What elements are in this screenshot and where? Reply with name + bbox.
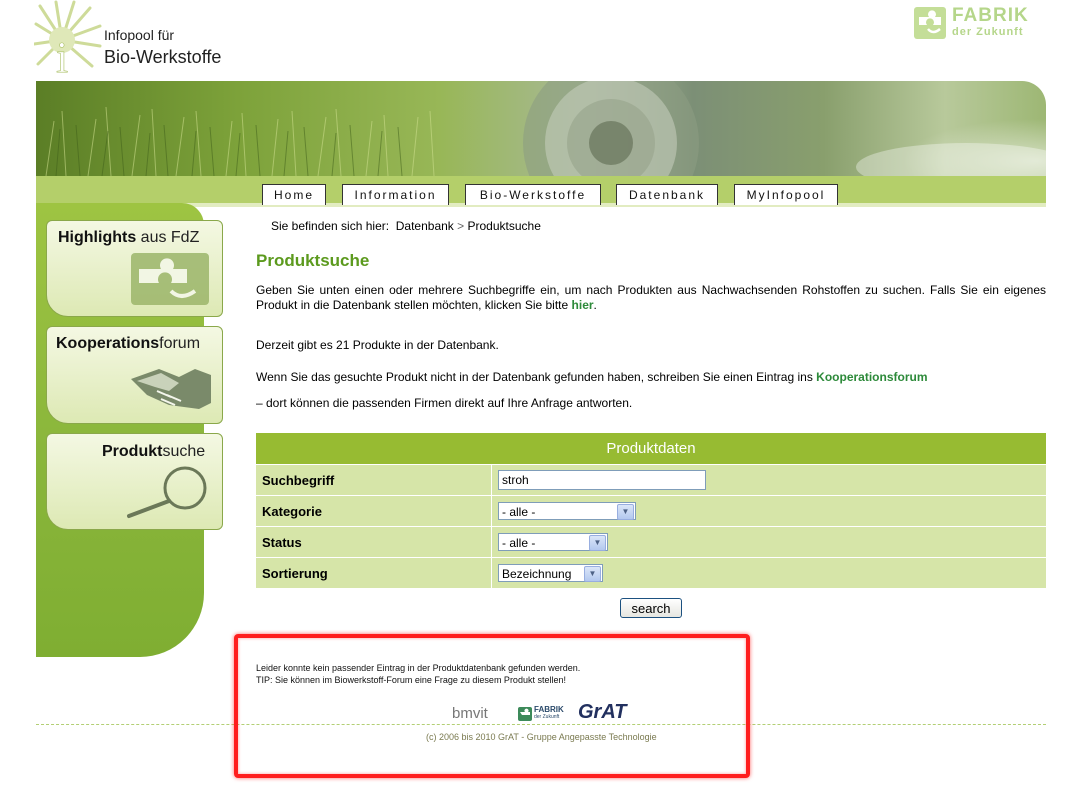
chevron-down-icon: ▼	[589, 535, 606, 551]
sort-cell: Bezeichnung ▼	[491, 557, 1046, 588]
intro-paragraph: Geben Sie unten einen oder mehrere Suchb…	[256, 283, 1046, 313]
search-term-cell	[491, 464, 1046, 496]
highlight-annotation-frame	[234, 634, 750, 778]
sidebar-item-label-rest: suche	[162, 443, 206, 460]
forum-hint-followup: – dort können die passenden Firmen direk…	[256, 396, 633, 410]
nav-bio-werkstoffe[interactable]: Bio-Werkstoffe	[465, 184, 601, 205]
kooperationsforum-link[interactable]: Kooperationsforum	[816, 370, 927, 384]
product-count-text: Derzeit gibt es 21 Produkte in der Daten…	[256, 338, 499, 352]
sidebar-item-label-rest: aus FdZ	[136, 229, 200, 246]
chevron-down-icon: ▼	[617, 504, 634, 520]
logo-title-line1: Infopool für	[104, 27, 175, 43]
intro-end: .	[593, 298, 597, 312]
breadcrumb-current: Produktsuche	[467, 219, 541, 233]
partner-name: FABRIK	[952, 5, 1029, 26]
nav-home[interactable]: Home	[262, 184, 326, 205]
search-term-input[interactable]	[498, 470, 706, 490]
add-product-link[interactable]: hier	[572, 298, 594, 312]
sidebar-item-produktsuche[interactable]: Produktsuche	[46, 433, 223, 530]
status-select[interactable]: - alle - ▼	[498, 533, 608, 551]
status-cell: - alle - ▼	[491, 526, 1046, 558]
category-select-value: - alle -	[502, 505, 536, 519]
page-title: Produktsuche	[256, 251, 370, 270]
nav-datenbank[interactable]: Datenbank	[616, 184, 718, 205]
nav-information[interactable]: Information	[342, 184, 449, 205]
breadcrumb-prefix: Sie befinden sich hier:	[271, 219, 390, 233]
search-term-label: Suchbegriff	[256, 464, 492, 496]
site-logo-icon[interactable]: i	[34, 0, 104, 78]
sidebar-item-label-bold: Produkt	[102, 443, 163, 460]
logo-title-line2: Bio-Werkstoffe	[104, 47, 222, 67]
partner-subtitle: der Zukunft	[952, 26, 1024, 38]
form-header: Produktdaten	[256, 433, 1046, 465]
nav-myinfopool[interactable]: MyInfopool	[734, 184, 838, 205]
puzzle-logo-icon	[131, 253, 209, 305]
header-banner-image	[36, 81, 1046, 176]
product-search-form: Produktdaten Suchbegriff Kategorie - all…	[256, 433, 1046, 588]
intro-text: Geben Sie unten einen oder mehrere Suchb…	[256, 283, 1046, 312]
sidebar-item-highlights[interactable]: Highlights aus FdZ	[46, 220, 223, 317]
breadcrumb-separator: >	[457, 219, 465, 233]
sort-label: Sortierung	[256, 557, 492, 588]
magnifier-icon	[127, 466, 207, 518]
sidebar-item-label-bold: Highlights	[58, 229, 137, 246]
category-select[interactable]: - alle - ▼	[498, 502, 636, 520]
forum-hint-text: Wenn Sie das gesuchte Produkt nicht in d…	[256, 370, 928, 384]
handshake-icon	[131, 369, 211, 409]
sort-select-value: Bezeichnung	[502, 567, 572, 581]
chevron-down-icon: ▼	[584, 566, 601, 582]
search-button[interactable]: search	[620, 598, 682, 618]
category-label: Kategorie	[256, 495, 492, 527]
puzzle-logo-icon	[914, 7, 946, 39]
svg-text:i: i	[56, 33, 68, 78]
forum-hint-lead: Wenn Sie das gesuchte Produkt nicht in d…	[256, 370, 813, 384]
sidebar-item-kooperationsforum[interactable]: Kooperationsforum	[46, 326, 223, 424]
status-select-value: - alle -	[502, 536, 536, 550]
status-label: Status	[256, 526, 492, 558]
breadcrumb-link-datenbank[interactable]: Datenbank	[396, 219, 454, 233]
category-cell: - alle - ▼	[491, 495, 1046, 527]
sidebar-item-label-rest: forum	[159, 335, 201, 352]
sidebar-item-label-bold: Kooperations	[56, 335, 160, 352]
sort-select[interactable]: Bezeichnung ▼	[498, 564, 603, 582]
breadcrumb: Sie befinden sich hier: Datenbank > Prod…	[271, 219, 541, 233]
